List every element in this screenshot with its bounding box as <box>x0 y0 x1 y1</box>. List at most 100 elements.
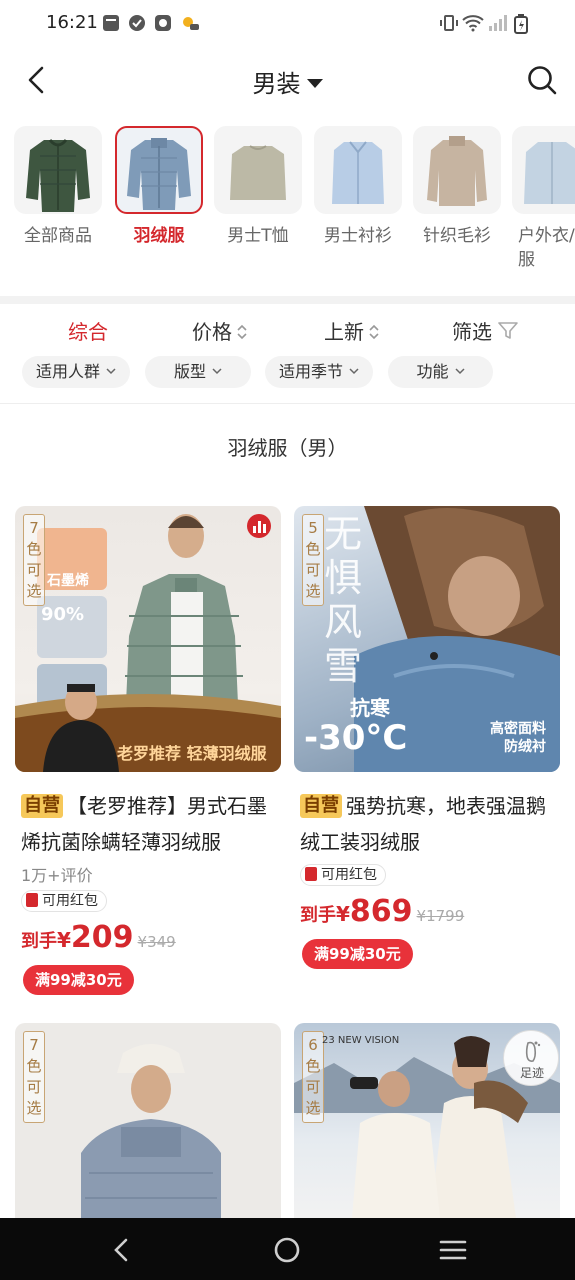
color-count-badge: 6色可选 <box>302 1031 324 1123</box>
price-line: 到手¥869 ¥1799 <box>294 894 560 929</box>
system-nav-bar <box>0 1218 575 1280</box>
nav-back-icon[interactable] <box>108 1236 136 1264</box>
chip-label: 功能 <box>416 362 449 381</box>
category-label: 针织毛衫 <box>423 226 491 246</box>
chevron-down-icon <box>454 368 465 375</box>
sort-new[interactable]: 上新 <box>324 316 380 345</box>
vibrate-icon <box>440 15 458 31</box>
sweater-icon <box>427 136 487 206</box>
price: 209 <box>70 920 134 955</box>
sort-updown-icon <box>237 324 247 340</box>
divider <box>0 403 575 404</box>
footprint-button[interactable]: 足迹 <box>503 1030 559 1086</box>
category-all[interactable]: 全部商品 <box>13 126 103 248</box>
overlay-fabric-1: 高密面料 <box>490 721 546 737</box>
category-strip: 全部商品 羽绒服 男士T恤 男士衬衫 针织毛衫 户外衣/ 服 <box>0 126 575 286</box>
red-packet-icon <box>26 893 38 907</box>
signal-icon <box>489 15 507 31</box>
color-count-badge: 7色可选 <box>23 514 45 606</box>
category-label: 全部商品 <box>24 226 92 246</box>
category-thumb <box>314 126 402 214</box>
jacket-icon <box>127 138 191 210</box>
overlay-down-pct: 90% <box>41 604 85 625</box>
sort-price[interactable]: 价格 <box>192 316 248 345</box>
sort-comprehensive[interactable]: 综合 <box>68 316 108 345</box>
nav-home-icon[interactable] <box>273 1236 301 1264</box>
chip-crowd[interactable]: 适用人群 <box>22 356 130 388</box>
original-price: ¥1799 <box>416 907 465 925</box>
category-thumb <box>214 126 302 214</box>
overlay-new-vision: 23 NEW VISION <box>322 1035 400 1046</box>
battery-icon <box>514 14 528 34</box>
self-operated-tag: 自营 <box>21 794 63 818</box>
overlay-fabric-2: 防绒衬 <box>504 739 546 755</box>
category-down-jacket[interactable]: 羽绒服 <box>114 126 204 248</box>
divider <box>0 296 575 304</box>
coupon-badge: 满99减30元 <box>23 965 134 995</box>
filter-button[interactable]: 筛选 <box>452 316 518 345</box>
category-thumb <box>413 126 501 214</box>
product-image[interactable]: 7色可选 <box>15 1023 281 1218</box>
category-tshirt[interactable]: 男士T恤 <box>213 126 303 248</box>
self-operated-tag: 自营 <box>300 794 342 818</box>
shirt-icon <box>332 141 384 204</box>
footprint-icon <box>525 1041 541 1062</box>
sort-new-label: 上新 <box>324 320 364 344</box>
category-thumb <box>512 126 575 214</box>
hongbao-tag: 可用红包 <box>21 890 107 912</box>
product-title: 自营 强势抗寒，地表强温鹅绒工装羽绒服 <box>294 788 560 860</box>
page-title: 男装 <box>252 70 301 98</box>
section-title: 羽绒服（男） <box>227 436 348 460</box>
status-bar: 16:21 <box>0 0 575 48</box>
category-label: 男士T恤 <box>227 226 289 246</box>
header: 男装 <box>0 48 575 112</box>
product-title: 自营 【老罗推荐】男式石墨烯抗菌除螨轻薄羽绒服 <box>15 788 281 860</box>
chevron-down-icon <box>212 368 222 375</box>
price-prefix: 到手 <box>21 931 57 952</box>
category-label: 羽绒服 <box>133 226 185 246</box>
category-outdoor[interactable]: 户外衣/晒服 <box>512 126 575 272</box>
hongbao-label: 可用红包 <box>42 893 98 909</box>
notification-icon <box>103 15 119 31</box>
price-prefix: 到手 <box>300 905 336 926</box>
jacket-icon <box>26 139 90 212</box>
product-card[interactable]: 5色可选 无惧风雪 抗寒 -30°C 高密面料 防绒衬 自营 强势抗寒，地表强温鹅… <box>294 506 560 969</box>
category-thumb <box>14 126 102 214</box>
category-thumb <box>115 126 203 214</box>
title-dropdown[interactable]: 男装 <box>0 64 575 99</box>
caret-down-icon <box>306 79 323 88</box>
sort-updown-icon <box>369 324 379 340</box>
filter-label: 筛选 <box>452 320 492 344</box>
status-time: 16:21 <box>46 12 98 33</box>
overlay-banner: 老罗推荐 轻薄羽绒服 <box>117 744 267 763</box>
overlay-headline: 无惧风雪 <box>324 512 363 688</box>
category-knitwear[interactable]: 针织毛衫 <box>412 126 502 248</box>
footprint-label: 足迹 <box>519 1066 544 1080</box>
color-count-badge: 7色可选 <box>23 1031 45 1123</box>
filter-chips: 适用人群 版型 适用季节 功能 <box>0 356 575 390</box>
product-card[interactable]: 7色可选 石墨烯 90% 老罗推荐 轻薄羽绒服 自营 【老罗推荐】男式石墨烯抗菌除… <box>15 506 281 995</box>
hongbao-label: 可用红包 <box>321 867 377 883</box>
search-icon[interactable] <box>524 62 560 98</box>
chip-fit[interactable]: 版型 <box>145 356 251 388</box>
product-image[interactable]: 5色可选 无惧风雪 抗寒 -30°C 高密面料 防绒衬 <box>294 506 560 772</box>
category-label: 户外衣/晒服 <box>518 226 575 270</box>
product-photo <box>15 514 281 772</box>
hongbao-tag: 可用红包 <box>300 864 386 886</box>
color-count-badge: 5色可选 <box>302 514 324 606</box>
chip-season[interactable]: 适用季节 <box>265 356 373 388</box>
weather-icon <box>183 17 199 30</box>
category-shirt[interactable]: 男士衬衫 <box>313 126 403 248</box>
red-packet-icon <box>305 867 317 881</box>
tshirt-icon <box>230 145 286 200</box>
currency: ¥ <box>57 928 71 952</box>
product-photo <box>81 1044 221 1218</box>
product-card[interactable]: 7色可选 <box>15 1023 281 1218</box>
price-line: 到手¥209 ¥349 <box>15 920 281 955</box>
chip-function[interactable]: 功能 <box>388 356 493 388</box>
overlay-graphene: 石墨烯 <box>47 573 89 589</box>
product-image[interactable]: 7色可选 石墨烯 90% 老罗推荐 轻薄羽绒服 <box>15 506 281 772</box>
check-circle-icon <box>129 15 145 31</box>
nav-menu-icon[interactable] <box>439 1236 467 1264</box>
wifi-icon <box>462 15 484 32</box>
